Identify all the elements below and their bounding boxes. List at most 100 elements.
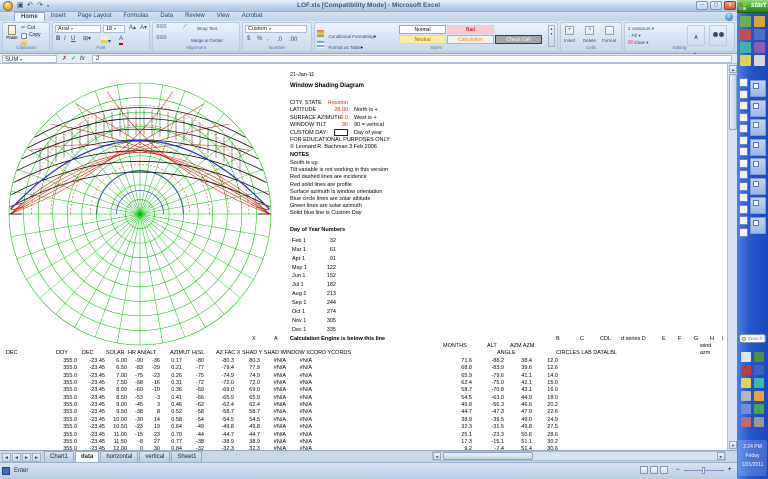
taskbar-window-button[interactable] bbox=[750, 100, 766, 117]
quick-launch-icon[interactable] bbox=[754, 42, 765, 53]
decrease-decimal-button[interactable]: .00 bbox=[289, 37, 297, 44]
font-family-select[interactable]: Arial▾ bbox=[55, 25, 101, 33]
quick-launch-icon[interactable] bbox=[740, 42, 751, 53]
taskbar-window-button[interactable] bbox=[750, 80, 766, 97]
ribbon-tab-data[interactable]: Data bbox=[154, 12, 179, 21]
taskbar-doc-icon[interactable] bbox=[739, 182, 748, 191]
ribbon-tab-review[interactable]: Review bbox=[179, 12, 211, 21]
wrap-text-button[interactable]: Wrap Text bbox=[197, 26, 217, 31]
taskbar-doc-icon[interactable] bbox=[739, 205, 748, 214]
enter-icon[interactable]: ✓ bbox=[71, 55, 76, 63]
last-sheet-button[interactable]: ► bbox=[32, 453, 41, 462]
grow-font-button[interactable]: A▴ bbox=[129, 25, 136, 32]
worksheet[interactable]: 21-Jan-11 Window Shading Diagram FOR EDU… bbox=[0, 64, 727, 450]
taskbar-window-button[interactable] bbox=[750, 119, 766, 136]
insert-function-icon[interactable]: fx bbox=[80, 55, 85, 63]
sheet-tab-sheet1[interactable]: Sheet1 bbox=[171, 451, 202, 462]
sheet-tab-chart1[interactable]: Chart1 bbox=[44, 451, 74, 462]
start-button[interactable]: start bbox=[737, 0, 768, 13]
ribbon-tab-acrobat[interactable]: Acrobat bbox=[236, 12, 269, 21]
fill-button[interactable]: ↓ Fill ▾ bbox=[628, 33, 641, 38]
number-format-select[interactable]: Custom▾ bbox=[245, 25, 307, 33]
format-button[interactable]: Format bbox=[602, 38, 616, 43]
tray-icon[interactable] bbox=[754, 404, 764, 414]
taskbar-doc-icon[interactable] bbox=[739, 193, 748, 202]
zoom-slider-thumb[interactable] bbox=[702, 467, 705, 474]
cell-style-bad[interactable]: Bad bbox=[447, 25, 494, 34]
quick-launch-icon[interactable] bbox=[740, 55, 751, 66]
taskbar-clock[interactable]: 2:24 PM Friday 1/21/2011 bbox=[738, 440, 767, 476]
align-top-icon[interactable]: ≡≡≡ bbox=[156, 24, 167, 31]
ribbon-tab-view[interactable]: View bbox=[211, 12, 236, 21]
page-layout-view-button[interactable] bbox=[650, 466, 658, 474]
font-color-button[interactable]: A bbox=[119, 36, 123, 45]
percent-format-button[interactable]: % bbox=[257, 36, 262, 43]
taskbar-doc-icon[interactable] bbox=[739, 124, 748, 133]
currency-format-button[interactable]: $ bbox=[247, 36, 250, 43]
taskbar-doc-icon[interactable] bbox=[739, 147, 748, 156]
cancel-icon[interactable]: ✗ bbox=[62, 55, 67, 63]
name-box[interactable]: SUM ▾ bbox=[2, 55, 57, 63]
bold-button[interactable]: B bbox=[56, 36, 60, 43]
formula-input[interactable]: 2 bbox=[92, 55, 732, 63]
desktop-search-input[interactable]: Search Desk bbox=[739, 334, 766, 343]
cut-button[interactable]: ✂Cut bbox=[21, 25, 41, 32]
taskbar-doc-icon[interactable] bbox=[739, 228, 748, 237]
taskbar-doc-icon[interactable] bbox=[739, 78, 748, 87]
ribbon-tab-home[interactable]: Home bbox=[14, 12, 45, 21]
first-sheet-button[interactable]: ◄ bbox=[2, 453, 11, 462]
ribbon-tab-insert[interactable]: Insert bbox=[45, 12, 72, 21]
taskbar-doc-icon[interactable] bbox=[739, 170, 748, 179]
tray-icon[interactable] bbox=[741, 365, 751, 375]
close-button[interactable]: x bbox=[724, 1, 736, 10]
delete-button[interactable]: Delete bbox=[583, 38, 596, 43]
vertical-scroll-thumb[interactable] bbox=[729, 74, 737, 130]
quick-launch-icon[interactable] bbox=[740, 29, 751, 40]
scroll-up-icon[interactable]: ▲ bbox=[729, 65, 737, 73]
sun-path-chart[interactable] bbox=[6, 78, 274, 348]
cell-style-check-cell[interactable]: Check Cell bbox=[495, 35, 542, 44]
ribbon-tab-page-layout[interactable]: Page Layout bbox=[72, 12, 118, 21]
cell-style-normal[interactable]: Normal bbox=[399, 25, 446, 34]
cell-style-neutral[interactable]: Neutral bbox=[399, 35, 446, 44]
quick-launch-icon[interactable] bbox=[740, 16, 751, 27]
prev-sheet-button[interactable]: ◄ bbox=[12, 453, 21, 462]
taskbar-doc-icon[interactable] bbox=[739, 90, 748, 99]
sheet-tab-vertical[interactable]: vertical bbox=[139, 451, 170, 462]
taskbar-window-button[interactable] bbox=[750, 178, 766, 195]
tray-icon[interactable] bbox=[741, 352, 751, 362]
find-select-button[interactable] bbox=[709, 25, 727, 46]
merge-center-button[interactable]: Merge & Center bbox=[191, 38, 223, 43]
tray-icon[interactable] bbox=[741, 391, 751, 401]
horizontal-scrollbar[interactable]: ◄ ► bbox=[432, 451, 726, 461]
tray-icon[interactable] bbox=[754, 391, 764, 401]
sheet-tab-horizontal[interactable]: horizontal bbox=[100, 451, 138, 462]
taskbar-doc-icon[interactable] bbox=[739, 101, 748, 110]
autosum-button[interactable]: Σ AutoSum ▾ bbox=[628, 26, 654, 31]
quick-launch-icon[interactable] bbox=[754, 55, 765, 66]
tray-icon[interactable] bbox=[754, 352, 764, 362]
taskbar-doc-icon[interactable] bbox=[739, 113, 748, 122]
scroll-down-icon[interactable]: ▼ bbox=[729, 441, 737, 449]
page-break-view-button[interactable] bbox=[660, 466, 668, 474]
vertical-scrollbar[interactable]: ▲ ▼ bbox=[727, 64, 737, 450]
next-sheet-button[interactable]: ► bbox=[22, 453, 31, 462]
orientation-icon[interactable]: ⟋ bbox=[183, 24, 187, 31]
normal-view-button[interactable] bbox=[640, 466, 648, 474]
gallery-scroll[interactable]: ▴▾ bbox=[548, 25, 555, 47]
underline-button[interactable]: U bbox=[71, 36, 75, 43]
sheet-tab-data[interactable]: data bbox=[75, 451, 99, 462]
copy-button[interactable]: Copy bbox=[21, 32, 41, 39]
taskbar-window-button[interactable] bbox=[750, 158, 766, 175]
taskbar-doc-icon[interactable] bbox=[739, 136, 748, 145]
zoom-out-icon[interactable]: − bbox=[676, 467, 680, 474]
insert-button[interactable]: Insert bbox=[564, 38, 575, 43]
maximize-button[interactable]: ▢ bbox=[710, 1, 722, 10]
zoom-in-icon[interactable]: + bbox=[728, 467, 732, 474]
font-size-select[interactable]: 18▾ bbox=[103, 25, 125, 33]
paste-button[interactable]: Paste bbox=[5, 25, 19, 40]
scroll-left-icon[interactable]: ◄ bbox=[433, 452, 441, 460]
tray-icon[interactable] bbox=[754, 378, 764, 388]
ribbon-tab-formulas[interactable]: Formulas bbox=[117, 12, 154, 21]
quick-launch-icon[interactable] bbox=[754, 29, 765, 40]
